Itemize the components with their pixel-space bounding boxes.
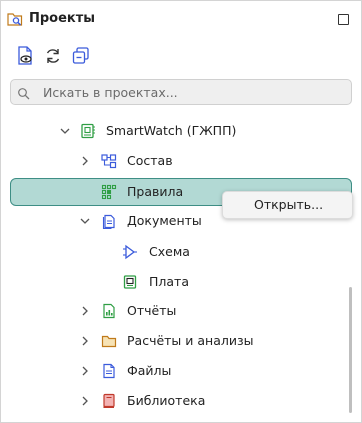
- library-icon: [103, 393, 115, 409]
- context-menu: Открыть...: [222, 191, 353, 219]
- file-icon: [103, 363, 115, 379]
- chevron-down-icon[interactable]: [60, 126, 70, 136]
- collapse-all-button[interactable]: [71, 45, 91, 67]
- tree-item-composition[interactable]: Состав: [10, 147, 352, 175]
- search-input[interactable]: [43, 82, 343, 102]
- chevron-down-icon[interactable]: [80, 216, 90, 226]
- tree-item-label: Расчёты и анализы: [127, 333, 254, 348]
- collapse-all-icon: [72, 47, 89, 64]
- schematic-icon: [123, 244, 137, 260]
- tree-item-library[interactable]: Библиотека: [10, 387, 352, 415]
- tree-item-label: Документы: [127, 213, 202, 228]
- chevron-right-icon[interactable]: [80, 366, 90, 376]
- tree-item-label: Плата: [149, 274, 189, 289]
- rules-grid-icon: [101, 184, 117, 200]
- tree-item-label: Библиотека: [127, 393, 206, 408]
- search-icon: [17, 86, 31, 100]
- vertical-scrollbar[interactable]: [349, 287, 352, 413]
- board-icon: [123, 275, 137, 289]
- panel-title: Проекты: [29, 11, 96, 26]
- show-project-button[interactable]: [15, 45, 35, 67]
- tree-item-label: Файлы: [127, 363, 172, 378]
- chevron-right-icon[interactable]: [80, 336, 90, 346]
- context-menu-open[interactable]: Открыть...: [254, 197, 323, 213]
- reports-icon: [103, 303, 115, 319]
- refresh-icon: [46, 49, 60, 63]
- structure-icon: [101, 154, 117, 169]
- projects-panel: Проекты Искать в проектах... SmartWatch …: [0, 0, 362, 423]
- tree-item-files[interactable]: Файлы: [10, 357, 352, 385]
- document-eye-icon: [18, 46, 32, 65]
- documents-icon: [102, 214, 115, 229]
- tree-item-board[interactable]: Плата: [10, 268, 352, 296]
- refresh-button[interactable]: [43, 45, 63, 67]
- tree-item-label: SmartWatch (ГЖПП): [106, 123, 237, 138]
- chevron-right-icon[interactable]: [80, 306, 90, 316]
- folder-icon: [101, 335, 117, 348]
- tree-item-schematic[interactable]: Схема: [10, 238, 352, 266]
- tree-item-label: Состав: [127, 153, 173, 168]
- search-box: [10, 79, 352, 105]
- tree-item-label: Схема: [149, 244, 190, 259]
- projects-search-icon: [7, 11, 23, 27]
- tree-item-root[interactable]: SmartWatch (ГЖПП): [10, 117, 352, 145]
- panel-header: Проекты: [1, 1, 361, 37]
- tree-item-label: Отчёты: [127, 303, 177, 318]
- maximize-icon[interactable]: [338, 14, 349, 25]
- tree-item-calculations[interactable]: Расчёты и анализы: [10, 327, 352, 355]
- tree-item-reports[interactable]: Отчёты: [10, 297, 352, 325]
- chevron-right-icon[interactable]: [80, 156, 90, 166]
- board-project-icon: [81, 123, 95, 139]
- tree-item-label: Правила: [127, 184, 184, 199]
- chevron-right-icon[interactable]: [80, 396, 90, 406]
